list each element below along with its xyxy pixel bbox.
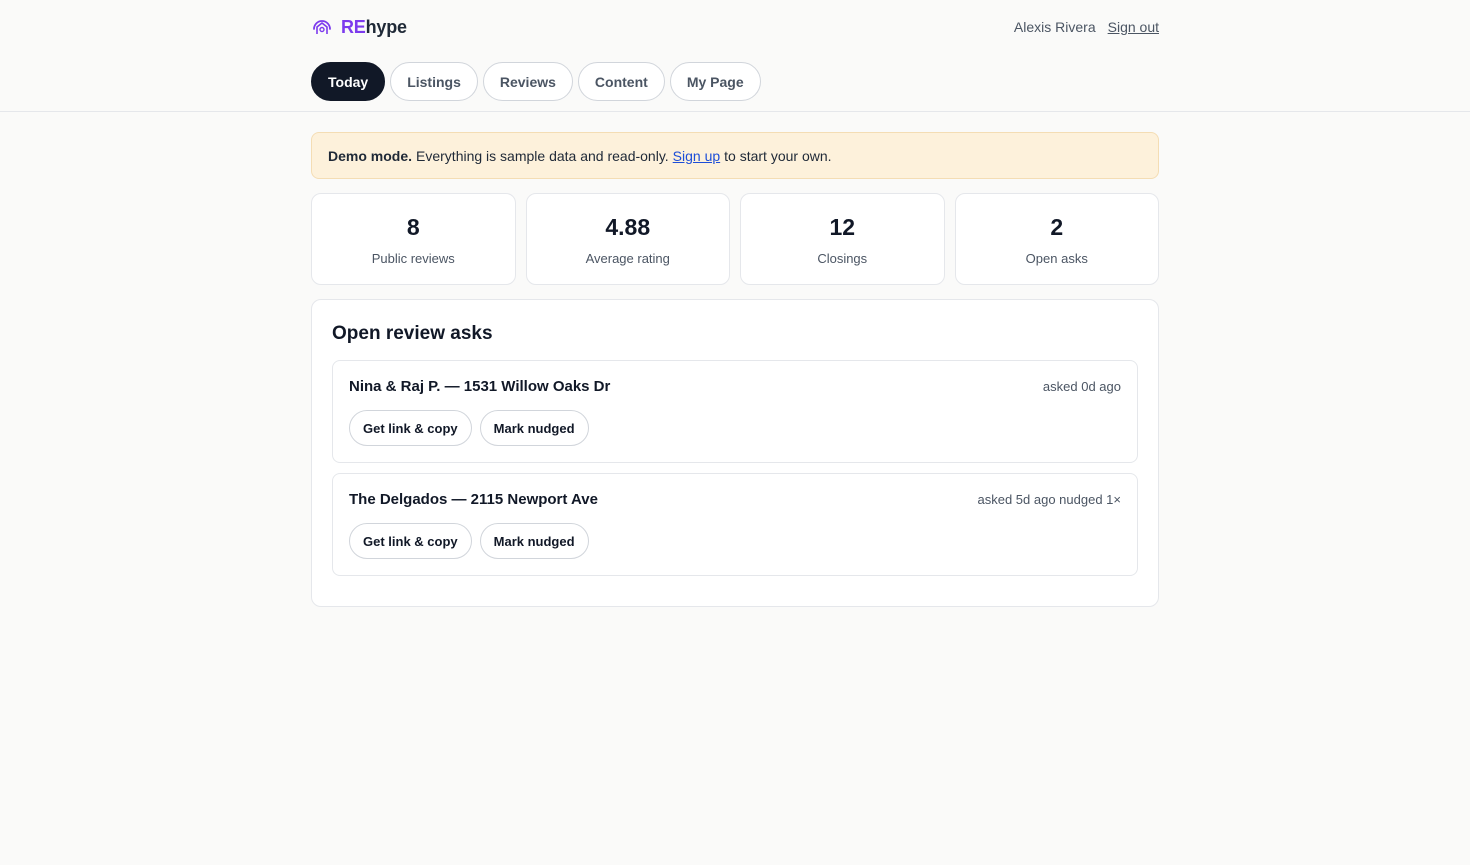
banner-text-after: to start your own. xyxy=(724,147,832,164)
stat-label: Open asks xyxy=(1025,251,1088,266)
mark-nudged-button[interactable]: Mark nudged xyxy=(479,410,589,446)
tab-my-page[interactable]: My Page xyxy=(669,62,761,101)
sign-out-link[interactable]: Sign out xyxy=(1108,19,1159,35)
brand-name-accent: RE xyxy=(341,16,366,37)
top-bar: REhype Alexis Rivera Sign out xyxy=(311,0,1159,52)
stat-card-open-asks: 2 Open asks xyxy=(954,193,1159,285)
ask-title: Nina & Raj P. — 1531 Willow Oaks Dr xyxy=(349,377,611,395)
demo-mode-banner: Demo mode. Everything is sample data and… xyxy=(311,132,1159,179)
user-menu: Alexis Rivera Sign out xyxy=(1014,19,1159,35)
user-name: Alexis Rivera xyxy=(1013,19,1096,35)
stat-value: 12 xyxy=(829,214,856,240)
review-ask-item: The Delgados — 2115 Newport Ave asked 5d… xyxy=(332,473,1138,576)
stats-row: 8 Public reviews 4.88 Average rating 12 … xyxy=(311,193,1159,285)
main-content: Demo mode. Everything is sample data and… xyxy=(311,132,1159,607)
tab-today[interactable]: Today xyxy=(311,62,386,101)
ask-meta: asked 0d ago xyxy=(1042,378,1121,394)
tab-content[interactable]: Content xyxy=(577,62,665,101)
panel-title: Open review asks xyxy=(332,323,493,344)
brand-name-rest: hype xyxy=(365,16,407,37)
stat-value: 2 xyxy=(1050,214,1064,240)
stat-card-closings: 12 Closings xyxy=(740,193,945,285)
get-link-copy-button[interactable]: Get link & copy xyxy=(349,523,472,559)
stat-label: Average rating xyxy=(585,251,670,266)
house-radar-icon xyxy=(311,16,333,38)
ask-title: The Delgados — 2115 Newport Ave xyxy=(349,490,598,508)
tab-listings[interactable]: Listings xyxy=(390,62,478,101)
app-header: REhype Alexis Rivera Sign out Today List… xyxy=(0,0,1470,112)
stat-card-public-reviews: 8 Public reviews xyxy=(311,193,516,285)
get-link-copy-button[interactable]: Get link & copy xyxy=(349,410,472,446)
brand-name: REhype xyxy=(341,17,407,38)
ask-meta: asked 5d ago nudged 1× xyxy=(977,491,1122,507)
main-nav-tabs: Today Listings Reviews Content My Page xyxy=(311,62,1159,101)
banner-text-before: Everything is sample data and read-only. xyxy=(416,147,669,164)
sign-up-link[interactable]: Sign up xyxy=(673,148,720,164)
stat-value: 8 xyxy=(406,214,420,240)
mark-nudged-button[interactable]: Mark nudged xyxy=(479,523,589,559)
stat-card-average-rating: 4.88 Average rating xyxy=(525,193,730,285)
brand[interactable]: REhype xyxy=(311,16,407,38)
stat-label: Closings xyxy=(817,251,868,266)
open-review-asks-panel: Open review asks Nina & Raj P. — 1531 Wi… xyxy=(311,299,1159,607)
review-ask-item: Nina & Raj P. — 1531 Willow Oaks Dr aske… xyxy=(332,360,1138,463)
banner-strong: Demo mode. xyxy=(328,147,413,164)
stat-label: Public reviews xyxy=(371,251,455,266)
tab-reviews[interactable]: Reviews xyxy=(482,62,573,101)
stat-value: 4.88 xyxy=(605,214,651,240)
